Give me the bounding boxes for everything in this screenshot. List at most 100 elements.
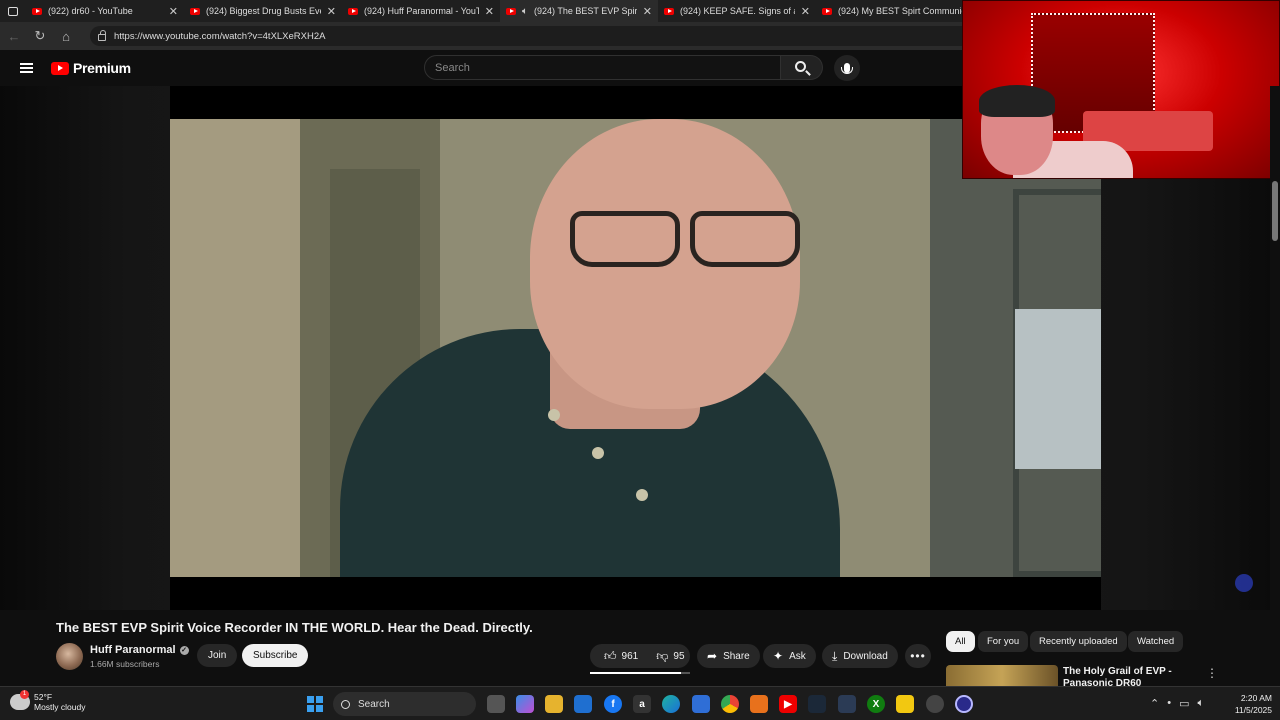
subscribe-button[interactable]: Subscribe — [242, 644, 309, 667]
like-button[interactable]: 👍︎ 961 — [590, 644, 647, 668]
recommended-more-icon[interactable]: ⋮ — [1206, 666, 1218, 680]
volume-icon[interactable]: 🔈︎ — [1197, 697, 1204, 710]
search-button[interactable] — [781, 55, 823, 80]
menu-icon[interactable] — [20, 63, 33, 73]
vlc-icon[interactable] — [750, 695, 768, 713]
close-tab-icon[interactable]: ✕ — [327, 5, 336, 18]
sticky-notes-icon[interactable] — [896, 695, 914, 713]
chip-recently-uploaded[interactable]: Recently uploaded — [1030, 631, 1127, 652]
calculator-icon[interactable] — [692, 695, 710, 713]
tab-title: (924) Huff Paranormal - YouTube — [364, 6, 479, 16]
page-scrollbar[interactable] — [1270, 86, 1280, 686]
more-actions-button[interactable]: ••• — [905, 644, 931, 668]
copilot-icon[interactable] — [516, 695, 534, 713]
file-explorer-icon[interactable] — [545, 695, 563, 713]
youtube-favicon-icon — [32, 7, 42, 15]
youtube-favicon-icon — [822, 7, 832, 15]
browser-tab[interactable]: (922) dr60 - YouTube ✕ — [26, 0, 184, 22]
youtube-play-icon — [51, 61, 69, 75]
reload-icon[interactable]: ↻ — [32, 28, 48, 44]
taskbar: 52°F Mostly cloudy Search f a ▶ X ⌃ • ▭ … — [0, 686, 1280, 720]
search-icon — [794, 60, 806, 72]
download-label: Download — [843, 650, 888, 662]
back-arrow-icon[interactable]: ← — [6, 28, 22, 44]
edge-icon[interactable] — [662, 695, 680, 713]
browser-tab[interactable]: (924) Huff Paranormal - YouTube ✕ — [342, 0, 500, 22]
youtube-favicon-icon — [664, 7, 674, 15]
browser-tab[interactable]: (924) KEEP SAFE. Signs of a Demo ✕ — [658, 0, 816, 22]
xbox-icon[interactable]: X — [867, 695, 885, 713]
app-icon[interactable] — [955, 695, 973, 713]
voice-search-button[interactable] — [834, 55, 860, 81]
lock-icon — [98, 30, 106, 41]
shirt-button — [548, 409, 560, 421]
tab-title: (924) The BEST EVP Spirit Vo — [534, 6, 637, 16]
like-ratio-bar — [590, 672, 690, 674]
dislike-button[interactable]: 👎︎ 95 — [647, 644, 693, 668]
close-tab-icon[interactable]: ✕ — [169, 5, 178, 18]
like-count: 961 — [621, 650, 639, 662]
amazon-icon[interactable]: a — [633, 695, 651, 713]
mic-tray-icon[interactable]: • — [1167, 697, 1171, 710]
download-button[interactable]: ⤓ Download — [822, 644, 898, 668]
chip-watched[interactable]: Watched — [1128, 631, 1184, 652]
channel-avatar[interactable] — [56, 643, 83, 670]
like-ratio-fill — [590, 672, 681, 674]
tab-title: (924) KEEP SAFE. Signs of a Demo — [680, 6, 795, 16]
taskbar-search-label: Search — [358, 698, 390, 710]
browser-tab[interactable]: (924) My BEST Spirt Communicat — [816, 0, 974, 22]
steam-icon[interactable] — [808, 695, 826, 713]
subscriber-count: 1.66M subscribers — [90, 659, 160, 669]
recommended-title[interactable]: The Holy Grail of EVP - Panasonic DR60 — [1063, 666, 1193, 686]
ask-label: Ask — [789, 650, 806, 662]
recommendations-panel: All For you Recently uploaded Watched Th… — [940, 610, 1280, 686]
close-tab-icon[interactable]: ✕ — [485, 5, 494, 18]
channel-name[interactable]: Huff Paranormal ✓ — [90, 644, 189, 656]
store-icon[interactable] — [574, 695, 592, 713]
search-input[interactable]: Search — [424, 55, 781, 80]
youtube-premium-logo[interactable]: Premium — [51, 60, 131, 76]
video-frame[interactable] — [170, 119, 1101, 577]
chevron-up-icon[interactable]: ⌃ — [1150, 697, 1159, 710]
chrome-icon[interactable] — [721, 695, 739, 713]
tab-actions-icon[interactable] — [0, 0, 26, 22]
task-view-icon[interactable] — [487, 695, 505, 713]
join-button[interactable]: Join — [197, 644, 238, 667]
video-info: The BEST EVP Spirit Voice Recorder IN TH… — [0, 610, 940, 686]
close-tab-icon[interactable]: ✕ — [643, 5, 652, 18]
youtube-favicon-icon — [506, 7, 516, 15]
network-icon[interactable]: ▭ — [1179, 697, 1189, 710]
share-button[interactable]: ➦ Share — [697, 644, 760, 668]
shirt-button — [592, 447, 604, 459]
sparkle-icon: ✦ — [773, 649, 784, 663]
share-label: Share — [723, 650, 750, 662]
browser-tab-active[interactable]: 🔈︎ (924) The BEST EVP Spirit Vo ✕ — [500, 0, 658, 22]
chip-all[interactable]: All — [946, 631, 975, 652]
windows-start-icon[interactable] — [307, 696, 323, 712]
app-icon[interactable] — [926, 695, 944, 713]
facebook-icon[interactable]: f — [604, 695, 622, 713]
ask-button[interactable]: ✦ Ask — [763, 644, 816, 668]
clock[interactable]: 2:20 AM 11/5/2025 — [1222, 692, 1272, 716]
url-field[interactable]: https://www.youtube.com/watch?v=4tXLXeRX… — [90, 26, 990, 46]
browser-tab[interactable]: (924) Biggest Drug Busts Ever | Ca ✕ — [184, 0, 342, 22]
recommended-thumbnail[interactable] — [946, 665, 1058, 686]
floating-assistant-icon[interactable] — [1235, 574, 1253, 592]
app-icon[interactable] — [838, 695, 856, 713]
taskbar-search[interactable]: Search — [333, 692, 476, 716]
url-text: https://www.youtube.com/watch?v=4tXLXeRX… — [114, 30, 326, 42]
shirt-button — [636, 489, 648, 501]
scrollbar-thumb[interactable] — [1272, 181, 1278, 241]
tab-title: (922) dr60 - YouTube — [48, 6, 133, 16]
chip-for-you[interactable]: For you — [978, 631, 1029, 652]
home-icon[interactable]: ⌂ — [58, 28, 74, 44]
speaker-icon[interactable]: 🔈︎ — [522, 6, 528, 17]
weather-condition: Mostly cloudy — [34, 702, 86, 712]
verified-icon: ✓ — [179, 645, 189, 655]
close-tab-icon[interactable]: ✕ — [801, 5, 810, 18]
temperature: 52°F — [34, 692, 53, 702]
youtube-app-icon[interactable]: ▶ — [779, 695, 797, 713]
download-icon: ⤓ — [832, 648, 838, 663]
dislike-count: 95 — [673, 650, 685, 662]
weather-widget[interactable]: 52°F Mostly cloudy — [10, 690, 86, 712]
